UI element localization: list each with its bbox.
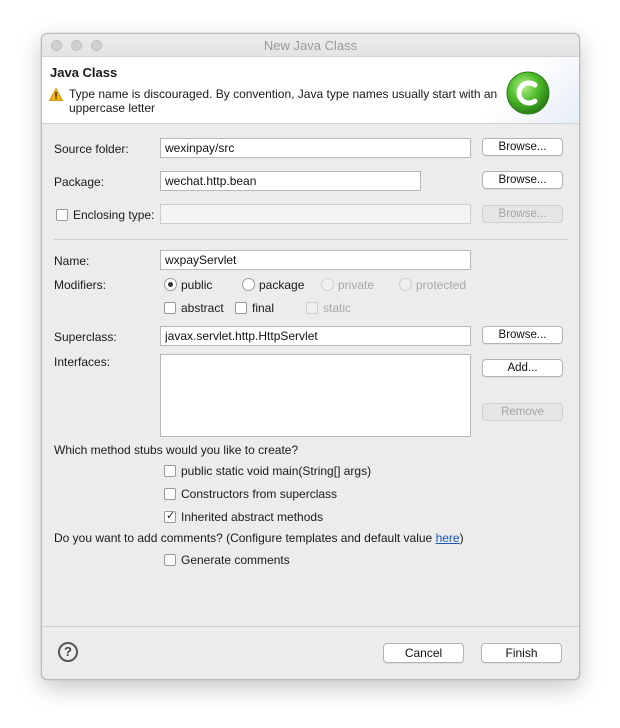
finish-button[interactable]: Finish (481, 643, 562, 663)
enclosing-type-input[interactable] (160, 204, 471, 224)
enclosing-type-label: Enclosing type: (73, 208, 155, 222)
window-title: New Java Class (263, 38, 358, 53)
cancel-button[interactable]: Cancel (383, 643, 464, 663)
final-checkbox[interactable] (235, 302, 247, 314)
package-radio[interactable] (242, 278, 255, 291)
enclosing-type-checkbox[interactable] (56, 209, 68, 221)
protected-label: protected (416, 278, 467, 292)
abstract-label: abstract (181, 301, 224, 315)
interfaces-list[interactable] (160, 354, 471, 437)
comments-question: Do you want to add comments? (Configure … (54, 531, 464, 545)
private-label: private (338, 278, 375, 292)
add-interface-button[interactable]: Add... (482, 359, 563, 377)
modifiers-label: Modifiers: (54, 278, 107, 292)
checkmark-icon: ✓ (166, 510, 176, 522)
new-class-wizard-icon (506, 71, 550, 115)
source-folder-input[interactable] (160, 138, 471, 158)
public-radio[interactable] (164, 278, 177, 291)
remove-interface-button[interactable]: Remove (482, 403, 563, 421)
protected-radio[interactable] (399, 278, 412, 291)
main-method-checkbox[interactable] (164, 465, 176, 477)
title-bar: New Java Class (42, 34, 579, 57)
generate-comments-label: Generate comments (181, 553, 290, 567)
generate-comments-checkbox[interactable] (164, 554, 176, 566)
warning-message: Type name is discouraged. By convention,… (69, 87, 498, 115)
comments-question-suffix: ) (459, 531, 464, 545)
inherited-abstract-methods-checkbox[interactable]: ✓ (164, 510, 176, 523)
separator (54, 239, 568, 240)
new-java-class-dialog: New Java Class Java Class Type name is d… (41, 33, 580, 680)
package-label: Package: (54, 175, 105, 189)
comments-question-text: Do you want to add comments? (Configure … (54, 531, 436, 545)
main-method-label: public static void main(String[] args) (181, 464, 372, 478)
help-icon[interactable]: ? (58, 642, 78, 662)
browse-enclosing-type-button[interactable]: Browse... (482, 205, 563, 223)
constructors-label: Constructors from superclass (181, 487, 338, 501)
interfaces-label: Interfaces: (54, 355, 111, 369)
method-stubs-question: Which method stubs would you like to cre… (54, 443, 299, 457)
static-checkbox[interactable] (306, 302, 318, 314)
browse-superclass-button[interactable]: Browse... (482, 326, 563, 344)
wizard-header: Java Class Type name is discouraged. By … (42, 57, 579, 124)
final-label: final (252, 301, 275, 315)
superclass-label: Superclass: (54, 330, 117, 344)
package-modifier-label: package (259, 278, 305, 292)
inherited-abstract-methods-label: Inherited abstract methods (181, 510, 324, 524)
public-label: public (181, 278, 213, 292)
name-input[interactable] (160, 250, 471, 270)
configure-templates-link[interactable]: here (436, 531, 460, 545)
source-folder-label: Source folder: (54, 142, 129, 156)
browse-package-button[interactable]: Browse... (482, 171, 563, 189)
static-label: static (323, 301, 352, 315)
superclass-input[interactable] (160, 326, 471, 346)
warning-icon (49, 88, 63, 101)
page-title: Java Class (50, 65, 118, 80)
private-radio[interactable] (321, 278, 334, 291)
name-label: Name: (54, 254, 90, 268)
package-input[interactable] (160, 171, 421, 191)
footer-separator (42, 626, 579, 627)
browse-source-folder-button[interactable]: Browse... (482, 138, 563, 156)
abstract-checkbox[interactable] (164, 302, 176, 314)
constructors-checkbox[interactable] (164, 488, 176, 500)
